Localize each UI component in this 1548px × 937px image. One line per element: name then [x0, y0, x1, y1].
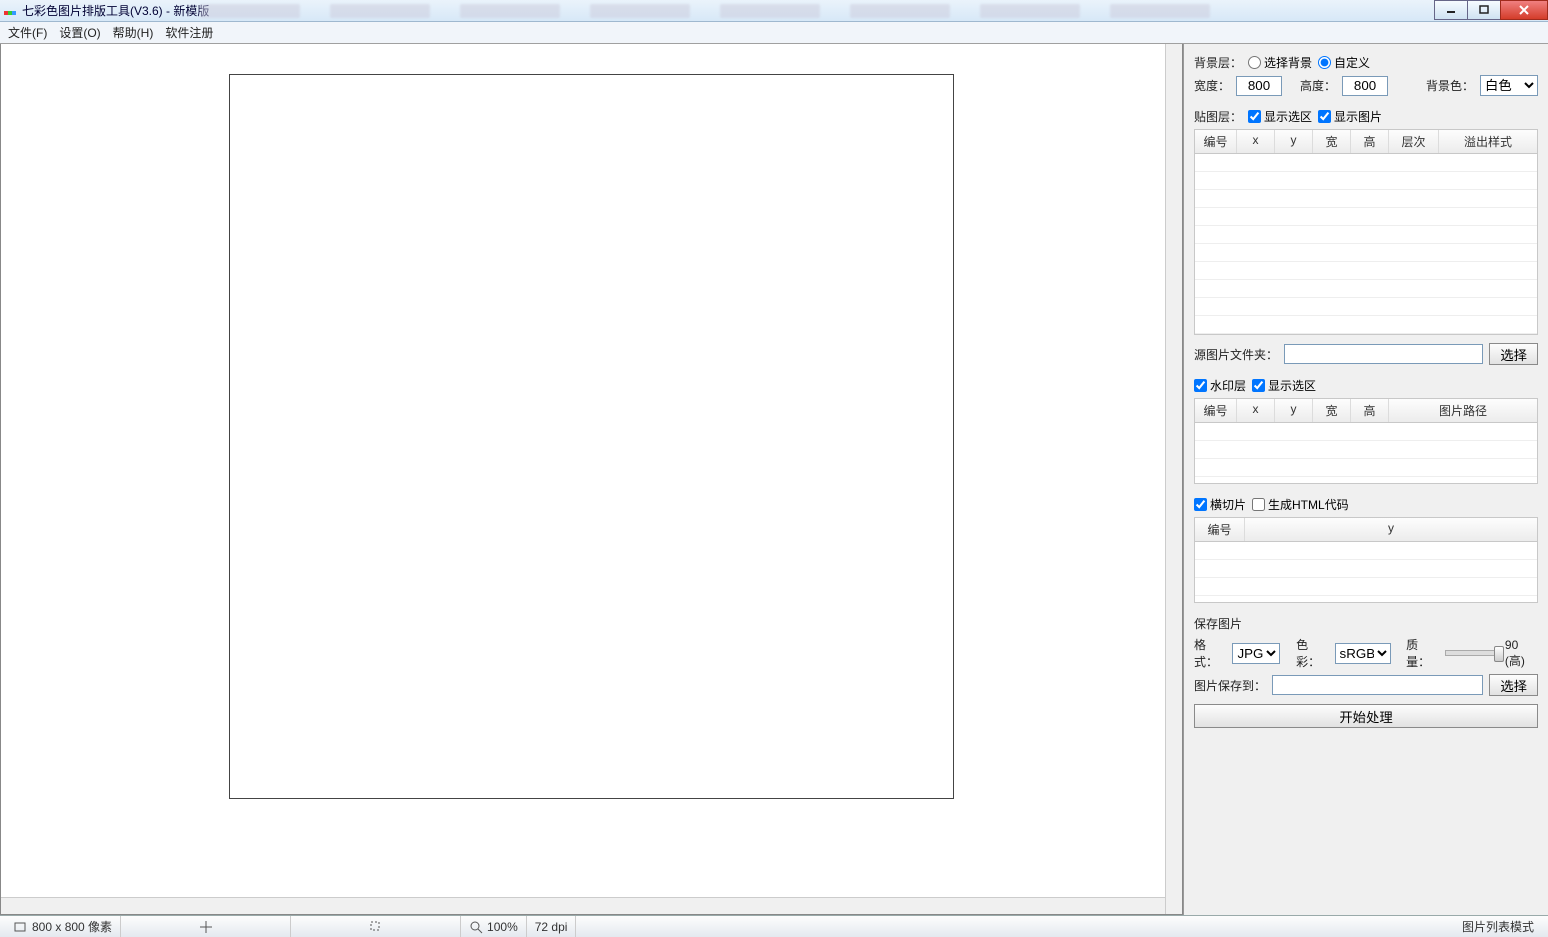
quality-label: 质量： — [1406, 636, 1438, 670]
quality-slider[interactable] — [1445, 650, 1499, 656]
bgcolor-select[interactable]: 白色 — [1480, 75, 1538, 96]
radio-select-bg[interactable]: 选择背景 — [1248, 54, 1312, 71]
status-mode[interactable]: 图片列表模式 — [1454, 916, 1542, 937]
crop-icon — [369, 920, 383, 934]
app-icon — [4, 4, 18, 18]
status-size: 800 x 800 像素 — [32, 918, 112, 935]
show-image-checkbox[interactable]: 显示图片 — [1318, 108, 1382, 125]
paste-layer-label: 贴图层： — [1194, 108, 1242, 125]
radio-custom[interactable]: 自定义 — [1318, 54, 1370, 71]
save-to-label: 图片保存到： — [1194, 677, 1266, 694]
paste-layer-section: 贴图层： 显示选区 显示图片 编号 x y 宽 高 层次 溢出样式 — [1194, 108, 1538, 365]
bg-layer-label: 背景层： — [1194, 54, 1242, 71]
paste-layer-table[interactable]: 编号 x y 宽 高 层次 溢出样式 — [1194, 129, 1538, 335]
menu-file[interactable]: 文件(F) — [8, 24, 47, 41]
color-select[interactable]: sRGB — [1335, 643, 1391, 664]
hcut-checkbox[interactable]: 横切片 — [1194, 496, 1246, 513]
menu-register[interactable]: 软件注册 — [165, 24, 213, 41]
show-selection2-checkbox[interactable]: 显示选区 — [1252, 377, 1316, 394]
menu-settings[interactable]: 设置(O) — [59, 24, 100, 41]
quality-value: 90 (高) — [1505, 638, 1538, 669]
width-input[interactable] — [1236, 76, 1282, 96]
show-selection-checkbox[interactable]: 显示选区 — [1248, 108, 1312, 125]
canvas[interactable] — [229, 74, 954, 799]
width-label: 宽度： — [1194, 77, 1230, 94]
horizontal-scrollbar[interactable] — [1, 897, 1165, 914]
maximize-button[interactable] — [1467, 0, 1501, 20]
side-panel: 背景层： 选择背景 自定义 宽度： 高度： 背景色： 白色 贴图层： 显示选区 … — [1183, 44, 1548, 915]
save-image-title: 保存图片 — [1194, 615, 1242, 632]
save-image-section: 保存图片 格式： JPG 色彩： sRGB 质量： 90 (高) 图片保存到： … — [1194, 615, 1538, 728]
gen-html-checkbox[interactable]: 生成HTML代码 — [1252, 496, 1349, 513]
format-select[interactable]: JPG — [1232, 643, 1280, 664]
title-bar: 七彩色图片排版工具(V3.6) - 新模版 — [0, 0, 1548, 22]
hcut-section: 横切片 生成HTML代码 编号 y — [1194, 496, 1538, 603]
save-to-input[interactable] — [1272, 675, 1483, 695]
watermark-table[interactable]: 编号 x y 宽 高 图片路径 — [1194, 398, 1538, 484]
format-label: 格式： — [1194, 636, 1226, 670]
zoom-icon — [469, 920, 483, 934]
minimize-button[interactable] — [1434, 0, 1468, 20]
window-title: 七彩色图片排版工具(V3.6) - 新模版 — [22, 2, 209, 19]
menu-help[interactable]: 帮助(H) — [113, 24, 154, 41]
start-process-button[interactable]: 开始处理 — [1194, 704, 1538, 728]
status-dpi: 72 dpi — [535, 920, 568, 934]
src-folder-select-button[interactable]: 选择 — [1489, 343, 1538, 365]
status-zoom: 100% — [487, 920, 518, 934]
hcut-table[interactable]: 编号 y — [1194, 517, 1538, 603]
watermark-layer-section: 水印层 显示选区 编号 x y 宽 高 图片路径 — [1194, 377, 1538, 484]
src-folder-input[interactable] — [1284, 344, 1483, 364]
status-bar: 800 x 800 像素 100% 72 dpi 图片列表模式 — [0, 915, 1548, 937]
background-layer-section: 背景层： 选择背景 自定义 宽度： 高度： 背景色： 白色 — [1194, 54, 1538, 96]
move-icon — [199, 920, 213, 934]
height-input[interactable] — [1342, 76, 1388, 96]
save-to-select-button[interactable]: 选择 — [1489, 674, 1538, 696]
canvas-area — [0, 44, 1183, 915]
bgcolor-label: 背景色： — [1426, 77, 1474, 94]
close-button[interactable] — [1500, 0, 1548, 20]
watermark-layer-checkbox[interactable]: 水印层 — [1194, 377, 1246, 394]
height-label: 高度： — [1300, 77, 1336, 94]
size-icon — [14, 920, 28, 934]
menu-bar: 文件(F) 设置(O) 帮助(H) 软件注册 — [0, 22, 1548, 44]
color-label: 色彩： — [1296, 636, 1328, 670]
vertical-scrollbar[interactable] — [1165, 44, 1182, 914]
src-folder-label: 源图片文件夹： — [1194, 346, 1278, 363]
